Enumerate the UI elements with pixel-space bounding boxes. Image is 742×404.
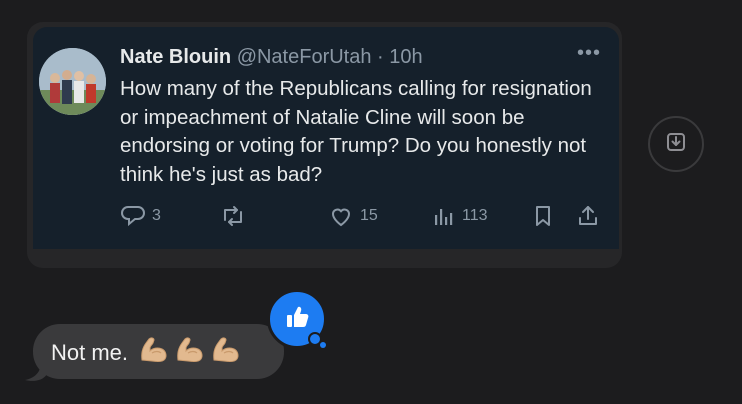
tweet-card[interactable]: Nate Blouin @NateForUtah · 10h ••• How m… bbox=[33, 27, 619, 249]
reply-message-text: Not me. bbox=[51, 340, 129, 365]
flexed-biceps-emoji bbox=[210, 336, 242, 372]
heart-icon bbox=[328, 204, 354, 228]
tapback-tail-dot-small bbox=[320, 342, 326, 348]
retweet-button[interactable] bbox=[220, 203, 246, 229]
retweet-icon bbox=[220, 204, 246, 228]
download-icon bbox=[664, 130, 688, 159]
bookmark-button[interactable] bbox=[532, 203, 554, 229]
views-icon bbox=[432, 204, 456, 228]
share-icon bbox=[576, 204, 600, 228]
like-count: 15 bbox=[360, 207, 378, 224]
author-handle[interactable]: @NateForUtah · 10h bbox=[237, 46, 423, 68]
more-icon[interactable]: ••• bbox=[577, 43, 601, 63]
reply-message: Not me. bbox=[51, 336, 242, 372]
tweet-text: How many of the Republicans calling for … bbox=[120, 77, 592, 186]
share-button[interactable] bbox=[576, 203, 600, 229]
tweet-header: Nate Blouin @NateForUtah · 10h bbox=[120, 45, 599, 69]
download-button[interactable] bbox=[648, 116, 704, 172]
reply-button[interactable]: 3 bbox=[120, 203, 161, 229]
views-button[interactable]: 113 bbox=[432, 203, 488, 229]
reply-count: 3 bbox=[152, 207, 161, 224]
thumbs-up-icon bbox=[283, 303, 311, 336]
avatar[interactable] bbox=[39, 48, 106, 115]
flexed-biceps-emoji bbox=[138, 336, 170, 372]
tweet-time: 10h bbox=[389, 46, 423, 68]
tweet-actions: 3 15 113 bbox=[120, 203, 600, 229]
flexed-biceps-emoji bbox=[174, 336, 206, 372]
author-name[interactable]: Nate Blouin bbox=[120, 46, 231, 68]
reply-icon bbox=[120, 204, 146, 228]
like-button[interactable]: 15 bbox=[328, 203, 378, 229]
flexed-biceps-emoji-row bbox=[134, 337, 242, 365]
bookmark-icon bbox=[532, 204, 554, 228]
views-count: 113 bbox=[462, 207, 488, 224]
